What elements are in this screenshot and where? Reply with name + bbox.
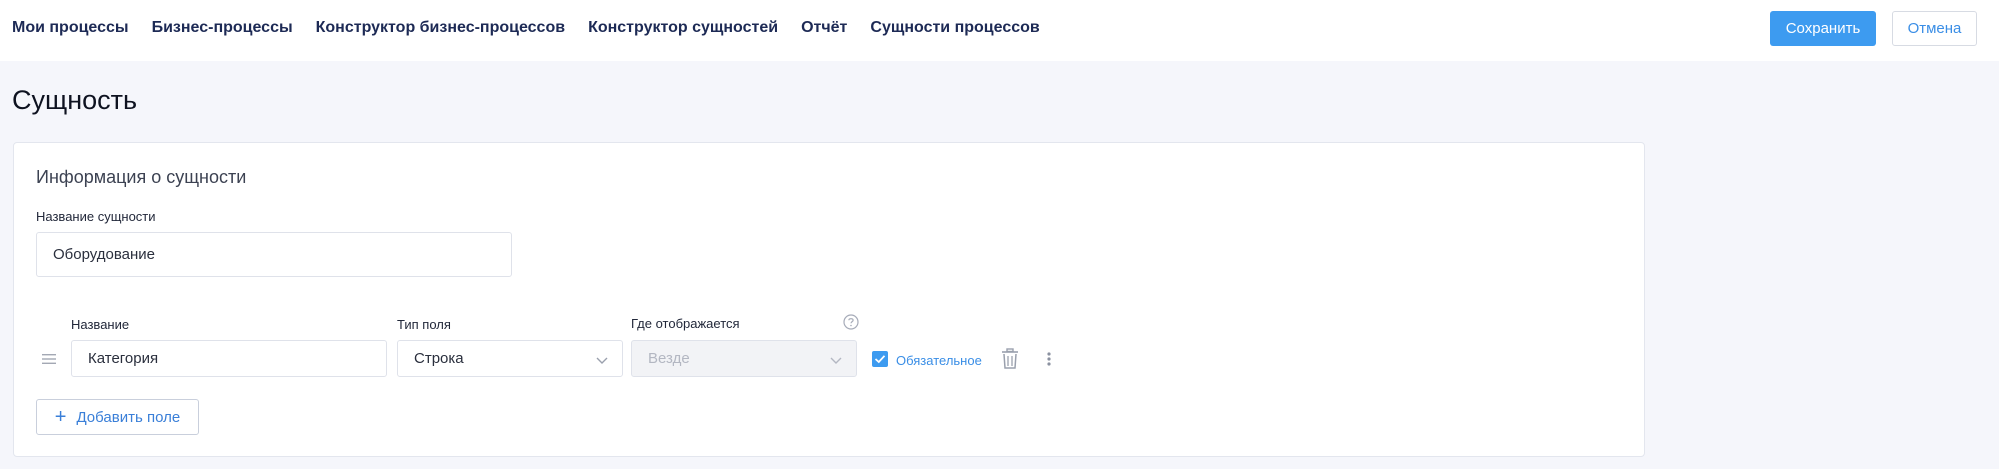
field-name-input[interactable] — [71, 340, 387, 377]
nav-my-processes[interactable]: Мои процессы — [12, 19, 129, 37]
drag-handle-icon[interactable] — [42, 352, 56, 370]
field-visibility-select: Везде — [631, 340, 857, 377]
nav-report[interactable]: Отчёт — [801, 19, 847, 37]
nav-process-constructor[interactable]: Конструктор бизнес-процессов — [316, 19, 565, 37]
column-header-name: Название — [71, 317, 130, 332]
top-bar: Мои процессы Бизнес-процессы Конструктор… — [0, 0, 1999, 61]
page-title: Сущность — [12, 85, 138, 115]
trash-icon[interactable] — [1001, 348, 1019, 375]
nav-process-entities[interactable]: Сущности процессов — [870, 19, 1039, 37]
cancel-button[interactable]: Отмена — [1892, 11, 1977, 46]
check-icon — [874, 355, 886, 364]
column-header-type: Тип поля — [397, 317, 451, 332]
entity-info-card: Информация о сущности Название сущности … — [13, 142, 1645, 457]
add-field-label: Добавить поле — [76, 408, 181, 426]
main-nav: Мои процессы Бизнес-процессы Конструктор… — [12, 19, 1063, 37]
required-checkbox[interactable] — [872, 351, 888, 367]
field-type-select[interactable]: Строка — [397, 340, 623, 377]
nav-business-processes[interactable]: Бизнес-процессы — [152, 19, 293, 37]
save-button[interactable]: Сохранить — [1770, 11, 1876, 46]
help-icon[interactable] — [843, 314, 859, 335]
chevron-down-icon — [596, 352, 608, 369]
card-title: Информация о сущности — [36, 167, 247, 187]
add-field-button[interactable]: + Добавить поле — [36, 399, 199, 435]
entity-name-input[interactable] — [36, 232, 512, 277]
nav-entity-constructor[interactable]: Конструктор сущностей — [588, 19, 778, 37]
chevron-down-icon — [830, 352, 842, 369]
field-visibility-value: Везде — [648, 350, 690, 367]
plus-icon: + — [54, 406, 67, 428]
column-header-where: Где отображается — [631, 316, 740, 331]
field-type-value: Строка — [414, 350, 464, 367]
more-vertical-icon[interactable] — [1046, 348, 1052, 375]
entity-name-label: Название сущности — [36, 209, 156, 224]
required-label[interactable]: Обязательное — [896, 353, 982, 368]
